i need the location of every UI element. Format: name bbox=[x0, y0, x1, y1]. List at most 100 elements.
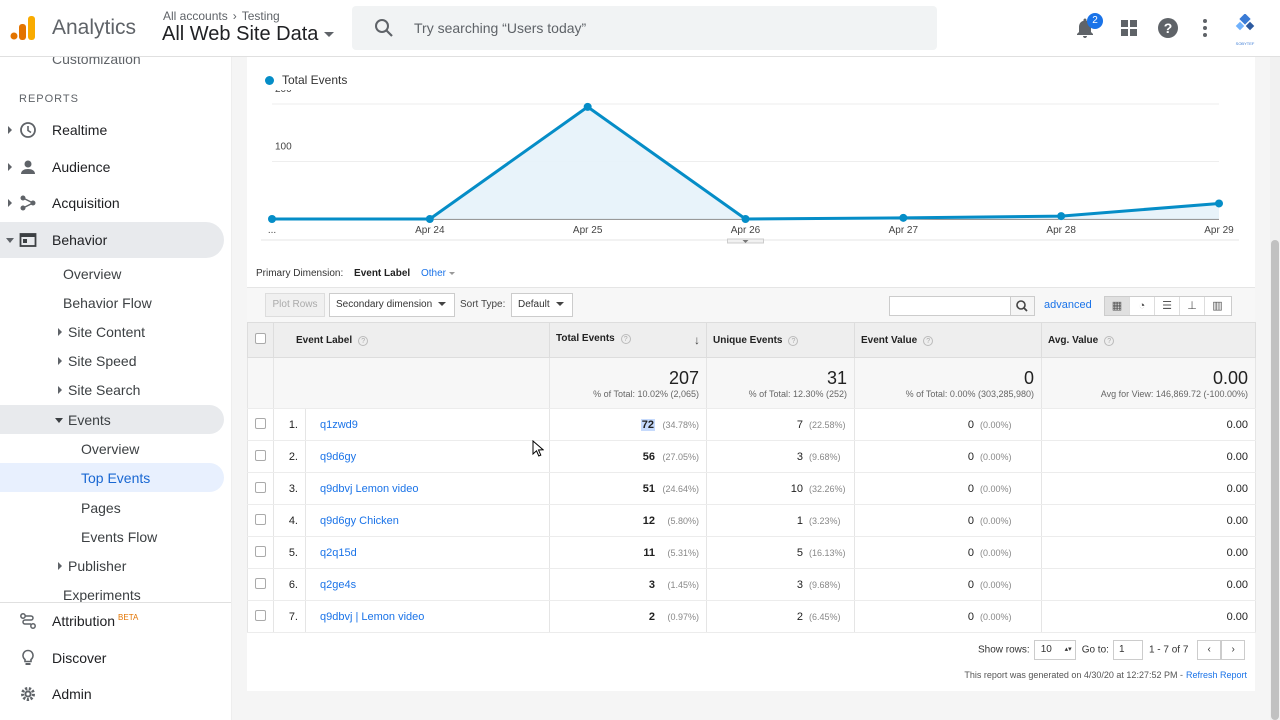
sidebar-item-top-events[interactable]: Top Events bbox=[0, 463, 224, 492]
row-checkbox[interactable] bbox=[255, 609, 266, 621]
more-vert-icon[interactable] bbox=[1193, 16, 1217, 40]
sort-type-value: Default bbox=[518, 299, 550, 310]
sidebar: Customization REPORTS Realtime Audience … bbox=[0, 57, 232, 720]
help-icon[interactable]: ? bbox=[1156, 16, 1180, 40]
sidebar-item-customization[interactable]: Customization bbox=[52, 57, 141, 67]
help-icon[interactable]: ? bbox=[358, 335, 369, 346]
sidebar-item-events-flow[interactable]: Events Flow bbox=[0, 522, 224, 551]
event-label-link[interactable]: q2ge4s bbox=[320, 579, 356, 591]
events-chart[interactable]: 200 100... Apr 24 Apr 25 Apr 26 Apr 27 Apr 28 A… bbox=[247, 90, 1247, 250]
x-tick-label: Apr 27 bbox=[889, 225, 919, 236]
comparison-view-icon[interactable]: ⊥ bbox=[1180, 297, 1205, 315]
goto-input[interactable]: 1 bbox=[1112, 640, 1143, 660]
event-label-link[interactable]: q9dbvj | Lemon video bbox=[320, 611, 424, 623]
sidebar-item-site-content[interactable]: Site Content bbox=[0, 317, 224, 346]
data-table-view-icon[interactable]: ▦ bbox=[1105, 297, 1130, 315]
sidebar-item-label: Realtime bbox=[52, 122, 108, 138]
event-label-link[interactable]: q9d6gy Chicken bbox=[320, 515, 399, 527]
sidebar-item-behavior-flow[interactable]: Behavior Flow bbox=[0, 288, 224, 317]
view-name[interactable]: All Web Site Data bbox=[162, 23, 318, 45]
row-index: 4. bbox=[273, 504, 306, 537]
table-row[interactable]: 1. q1zwd9 72 (34.78%) 7 (22.58%) 0 (0.00%) 0.00 bbox=[247, 408, 1256, 441]
event-label-link[interactable]: q2q15d bbox=[320, 547, 357, 559]
sort-type-dropdown[interactable]: Default bbox=[511, 293, 573, 317]
show-rows-select[interactable]: 10 ▴▾ bbox=[1033, 640, 1076, 660]
row-checkbox[interactable] bbox=[255, 577, 266, 589]
header-event-value[interactable]: Event Value? bbox=[854, 322, 1042, 358]
row-checkbox[interactable] bbox=[255, 417, 266, 429]
performance-view-icon[interactable]: ☰ bbox=[1155, 297, 1180, 315]
sidebar-item-pages[interactable]: Pages bbox=[0, 493, 224, 522]
event-label-link[interactable]: q1zwd9 bbox=[320, 419, 358, 431]
sidebar-item-label: Admin bbox=[52, 686, 92, 702]
search-input[interactable] bbox=[414, 18, 894, 38]
chart-legend[interactable]: Total Events bbox=[265, 73, 347, 87]
table-filter-input[interactable] bbox=[889, 296, 1035, 316]
table-row[interactable]: 3. q9dbvj Lemon video 51 (24.64%) 10 (32.26%)… bbox=[247, 472, 1256, 505]
scrollbar-thumb[interactable] bbox=[1271, 240, 1279, 720]
secondary-dimension-dropdown[interactable]: Secondary dimension bbox=[329, 293, 455, 317]
row-checkbox[interactable] bbox=[255, 513, 266, 525]
pie-chart-view-icon[interactable]: ◔ bbox=[1130, 297, 1155, 315]
event-value-pct: (0.00%) bbox=[980, 483, 1012, 494]
header-event-label[interactable]: Event Label? bbox=[273, 322, 550, 358]
crumb-account[interactable]: All accounts bbox=[163, 9, 228, 23]
sidebar-item-site-speed[interactable]: Site Speed bbox=[0, 346, 224, 375]
row-checkbox[interactable] bbox=[255, 481, 266, 493]
table-search-button[interactable] bbox=[1010, 297, 1034, 315]
gear-icon bbox=[21, 687, 35, 701]
header-unique-events[interactable]: Unique Events? bbox=[706, 322, 855, 358]
series-area bbox=[272, 106, 1219, 219]
sort-desc-icon[interactable]: ↓ bbox=[694, 333, 700, 347]
sidebar-item-admin[interactable]: Admin bbox=[0, 676, 224, 712]
header-label: Total Events bbox=[556, 333, 615, 344]
view-selector[interactable]: All Web Site Data bbox=[162, 23, 335, 46]
prev-page-button[interactable]: ‹ bbox=[1197, 640, 1222, 660]
next-page-button[interactable]: › bbox=[1221, 640, 1246, 660]
event-label-link[interactable]: q9dbvj Lemon video bbox=[320, 483, 418, 495]
sidebar-item-audience[interactable]: Audience bbox=[0, 149, 224, 185]
sidebar-item-site-search[interactable]: Site Search bbox=[0, 375, 224, 404]
row-checkbox[interactable] bbox=[255, 545, 266, 557]
sidebar-item-realtime[interactable]: Realtime bbox=[0, 112, 224, 148]
help-icon[interactable]: ? bbox=[788, 335, 799, 346]
acquisition-icon bbox=[20, 195, 36, 211]
table-row[interactable]: 4. q9d6gy Chicken 12 (5.80%) 1 (3.23%) 0 (0.00%… bbox=[247, 504, 1256, 537]
primary-dimension-event-label[interactable]: Event Label bbox=[354, 268, 410, 279]
table-row[interactable]: 2. q9d6gy 56 (27.05%) 3 (9.68%) 0 (0.00%) 0.00 bbox=[247, 440, 1256, 473]
table-row[interactable]: 7. q9dbvj | Lemon video 2 (0.97%) 2 (6.45%) 0 (… bbox=[247, 600, 1256, 633]
advanced-filter-link[interactable]: advanced bbox=[1044, 299, 1092, 311]
expand-arrow-icon bbox=[58, 328, 62, 336]
primary-dimension-other[interactable]: Other bbox=[421, 268, 455, 279]
refresh-report-link[interactable]: Refresh Report bbox=[1186, 670, 1247, 680]
sidebar-item-attribution[interactable]: Attribution BETA bbox=[0, 603, 224, 639]
row-checkbox-cell bbox=[247, 440, 274, 473]
apps-grid-icon[interactable] bbox=[1117, 16, 1141, 40]
pivot-view-icon[interactable]: ▥ bbox=[1205, 297, 1230, 315]
search-bar[interactable] bbox=[352, 6, 937, 50]
sidebar-item-discover[interactable]: Discover bbox=[0, 640, 224, 676]
analytics-logo-icon[interactable] bbox=[9, 14, 37, 42]
event-label-link[interactable]: q9d6gy bbox=[320, 451, 356, 463]
sidebar-item-events[interactable]: Events bbox=[0, 405, 224, 434]
caret-down-icon bbox=[438, 302, 447, 307]
sidebar-item-publisher[interactable]: Publisher bbox=[0, 551, 224, 580]
header-avg-value[interactable]: Avg. Value? bbox=[1041, 322, 1256, 358]
select-all-checkbox[interactable] bbox=[255, 333, 266, 344]
sidebar-item-acquisition[interactable]: Acquisition bbox=[0, 185, 224, 221]
row-checkbox[interactable] bbox=[255, 449, 266, 461]
sidebar-item-behavior-overview[interactable]: Overview bbox=[0, 259, 224, 288]
breadcrumb[interactable]: All accounts › Testing bbox=[163, 9, 280, 23]
plot-rows-button[interactable]: Plot Rows bbox=[265, 293, 325, 317]
sidebar-item-behavior[interactable]: Behavior bbox=[0, 222, 224, 258]
table-row[interactable]: 6. q2ge4s 3 (1.45%) 3 (9.68%) 0 (0.00%) 0.00 bbox=[247, 568, 1256, 601]
table-row[interactable]: 5. q2q15d 11 (5.31%) 5 (16.13%) 0 (0.00%) 0.00 bbox=[247, 536, 1256, 569]
collapse-arrow-icon bbox=[6, 238, 14, 243]
help-icon[interactable]: ? bbox=[923, 335, 934, 346]
sidebar-item-events-overview[interactable]: Overview bbox=[0, 434, 224, 463]
header-total-events[interactable]: Total Events? ↓ bbox=[549, 322, 707, 358]
help-icon[interactable]: ? bbox=[620, 334, 631, 344]
crumb-property[interactable]: Testing bbox=[242, 9, 280, 23]
account-avatar[interactable]: SOBYTEF bbox=[1232, 13, 1258, 46]
help-icon[interactable]: ? bbox=[1104, 335, 1115, 346]
